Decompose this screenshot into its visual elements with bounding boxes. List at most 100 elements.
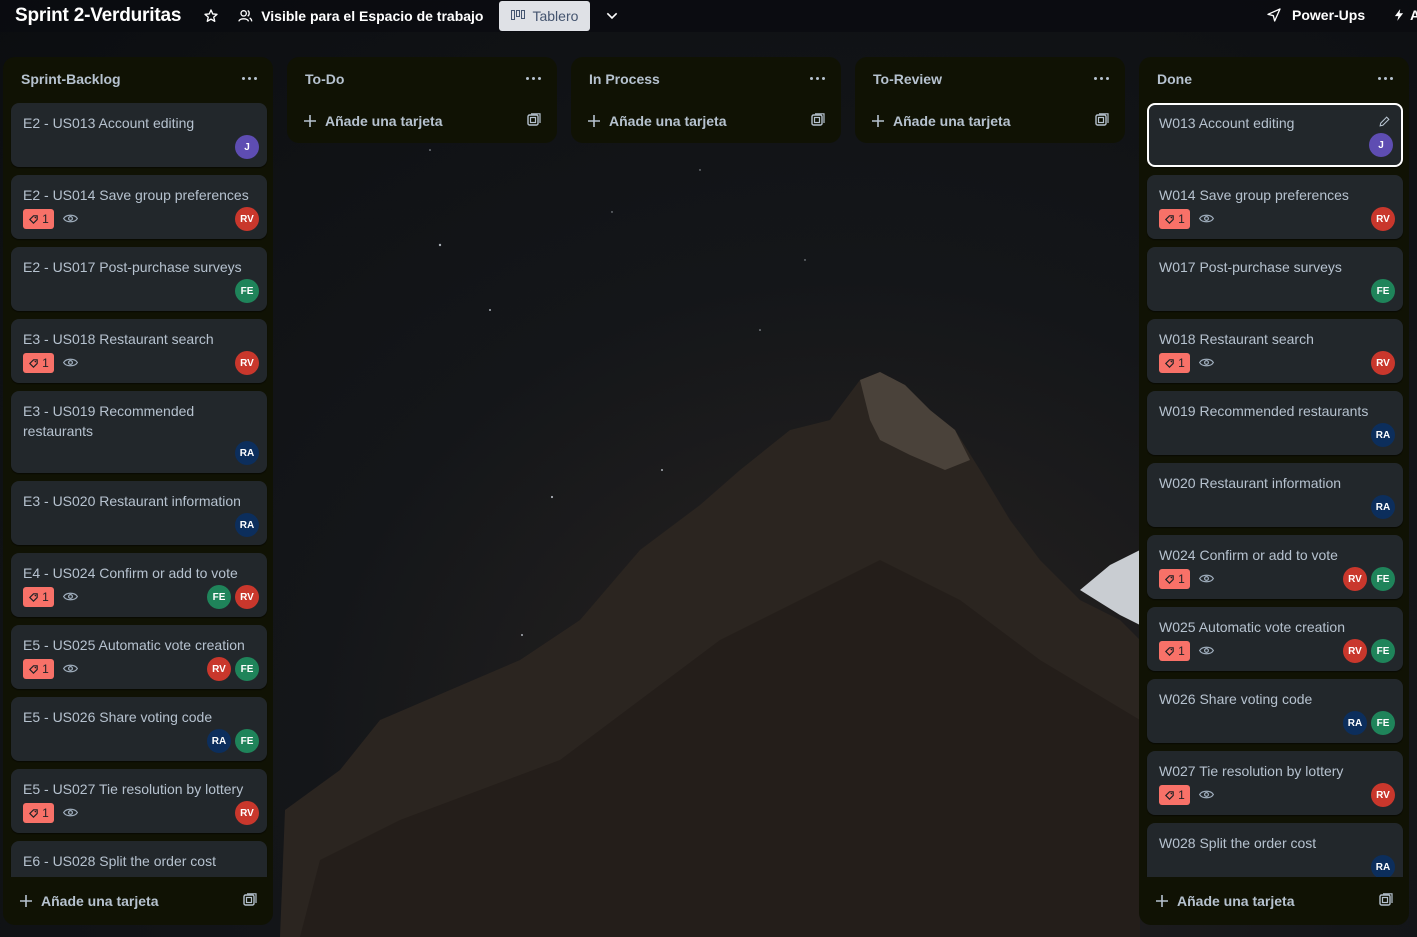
more-horizontal-icon[interactable] [1377, 69, 1395, 87]
add-card-button[interactable]: Añade una tarjeta [3, 877, 273, 925]
avatar[interactable]: RA [207, 729, 231, 753]
add-card-button[interactable]: Añade una tarjeta [571, 101, 841, 141]
list-title[interactable]: To-Review [873, 71, 942, 87]
card[interactable]: W028 Split the order cost RA [1147, 823, 1403, 877]
card[interactable]: W020 Restaurant information RA [1147, 463, 1403, 527]
bug-icon [1165, 358, 1174, 368]
card[interactable]: E3 - US018 Restaurant search 1 RV [11, 319, 267, 383]
card[interactable]: W027 Tie resolution by lottery 1 RV [1147, 751, 1403, 815]
avatar[interactable]: FE [1371, 567, 1395, 591]
card[interactable]: W019 Recommended restaurants RA [1147, 391, 1403, 455]
card[interactable]: E4 - US024 Confirm or add to vote 1 FE RV [11, 553, 267, 617]
board-view-tab[interactable]: Tablero [499, 1, 591, 31]
star-button[interactable] [203, 8, 219, 24]
avatar[interactable]: FE [207, 585, 231, 609]
avatar[interactable]: RV [1371, 783, 1395, 807]
avatar[interactable]: FE [1371, 711, 1395, 735]
card-footer: 1 RV [1159, 351, 1395, 375]
card[interactable]: W014 Save group preferences 1 RV [1147, 175, 1403, 239]
board-title[interactable]: Sprint 2-Verduritas [15, 5, 181, 27]
card[interactable]: E3 - US020 Restaurant information RA [11, 481, 267, 545]
edit-card-button[interactable] [1378, 115, 1391, 133]
bug-badge: 1 [1159, 209, 1190, 229]
card-members: RV [235, 351, 259, 375]
bug-count: 1 [1178, 788, 1185, 802]
avatar[interactable]: RV [235, 801, 259, 825]
bug-icon [29, 664, 38, 674]
avatar[interactable]: FE [1371, 639, 1395, 663]
card[interactable]: E5 - US025 Automatic vote creation 1 RV FE [11, 625, 267, 689]
template-button[interactable] [1379, 893, 1393, 910]
visibility-button[interactable]: Visible para el Espacio de trabajo [237, 8, 483, 24]
card-title: E4 - US024 Confirm or add to vote [23, 565, 238, 581]
card[interactable]: W024 Confirm or add to vote 1 RV FE [1147, 535, 1403, 599]
avatar[interactable]: FE [235, 279, 259, 303]
card[interactable]: E5 - US026 Share voting code RA FE [11, 697, 267, 761]
list-title[interactable]: To-Do [305, 71, 344, 87]
watching-indicator [1198, 644, 1215, 662]
avatar[interactable]: RA [1371, 423, 1395, 447]
view-switcher-button[interactable] [604, 8, 620, 24]
add-card-button[interactable]: Añade una tarjeta [287, 101, 557, 141]
avatar[interactable]: RV [1343, 567, 1367, 591]
more-horizontal-icon[interactable] [809, 69, 827, 87]
bug-badge: 1 [1159, 569, 1190, 589]
card-title: E2 - US014 Save group preferences [23, 187, 249, 203]
avatar[interactable]: RA [235, 441, 259, 465]
card-title: W028 Split the order cost [1159, 835, 1317, 851]
add-card-button[interactable]: Añade una tarjeta [1139, 877, 1409, 925]
card[interactable]: E6 - US028 Split the order cost [11, 841, 267, 877]
card[interactable]: W026 Share voting code RA FE [1147, 679, 1403, 743]
watching-indicator [62, 356, 79, 374]
card[interactable]: W025 Automatic vote creation 1 RV FE [1147, 607, 1403, 671]
avatar[interactable]: RV [207, 657, 231, 681]
avatar[interactable]: RV [235, 351, 259, 375]
list-title[interactable]: Sprint-Backlog [21, 71, 121, 87]
avatar[interactable]: RV [235, 207, 259, 231]
card-members: RV [1371, 207, 1395, 231]
avatar[interactable]: J [235, 135, 259, 159]
bug-badge: 1 [23, 803, 54, 823]
eye-icon [1198, 790, 1215, 799]
avatar[interactable]: RA [1371, 855, 1395, 877]
avatar[interactable]: FE [1371, 279, 1395, 303]
bug-count: 1 [1178, 356, 1185, 370]
power-ups-button[interactable]: Power-Ups [1266, 7, 1365, 23]
avatar[interactable]: RA [235, 513, 259, 537]
avatar[interactable]: RV [235, 585, 259, 609]
avatar[interactable]: FE [235, 657, 259, 681]
list-title[interactable]: Done [1157, 71, 1192, 87]
card[interactable]: E3 - US019 Recommended restaurants RA [11, 391, 267, 473]
template-button[interactable] [527, 113, 541, 130]
card-members: RA [1371, 495, 1395, 519]
watching-indicator [1198, 212, 1215, 230]
more-horizontal-icon[interactable] [525, 69, 543, 87]
card[interactable]: W018 Restaurant search 1 RV [1147, 319, 1403, 383]
chevron-down-icon [607, 12, 618, 20]
card[interactable]: W013 Account editing J [1147, 103, 1403, 167]
bug-badge: 1 [23, 659, 54, 679]
card[interactable]: E5 - US027 Tie resolution by lottery 1 RV [11, 769, 267, 833]
avatar[interactable]: RV [1371, 207, 1395, 231]
template-button[interactable] [243, 893, 257, 910]
card[interactable]: E2 - US017 Post-purchase surveys FE [11, 247, 267, 311]
more-horizontal-icon[interactable] [1093, 69, 1111, 87]
avatar[interactable]: RA [1343, 711, 1367, 735]
card-footer: 1 FE RV [23, 585, 259, 609]
more-horizontal-icon[interactable] [241, 69, 259, 87]
card[interactable]: E2 - US014 Save group preferences 1 RV [11, 175, 267, 239]
card[interactable]: E2 - US013 Account editing J [11, 103, 267, 167]
avatar[interactable]: RV [1371, 351, 1395, 375]
avatar[interactable]: RA [1371, 495, 1395, 519]
card-title: W026 Share voting code [1159, 691, 1313, 707]
add-card-button[interactable]: Añade una tarjeta [855, 101, 1125, 141]
board-header: Sprint 2-Verduritas Visible para el Espa… [0, 0, 1417, 32]
template-button[interactable] [811, 113, 825, 130]
template-button[interactable] [1095, 113, 1109, 130]
avatar[interactable]: RV [1343, 639, 1367, 663]
automation-button[interactable]: A [1392, 7, 1417, 23]
list-title[interactable]: In Process [589, 71, 660, 87]
card[interactable]: W017 Post-purchase surveys FE [1147, 247, 1403, 311]
avatar[interactable]: FE [235, 729, 259, 753]
avatar[interactable]: J [1369, 133, 1393, 157]
